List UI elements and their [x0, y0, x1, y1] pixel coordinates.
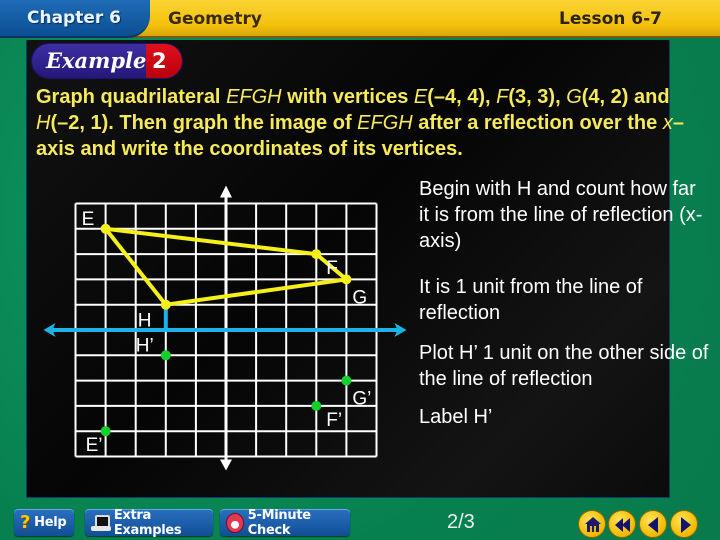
step-1: Begin with H and count how far it is fro… — [419, 178, 703, 252]
rewind-icon — [615, 518, 630, 532]
chapter-tab: Chapter 6 — [0, 0, 150, 38]
problem-text: (–4, 4), — [427, 86, 497, 108]
first-slide-button[interactable] — [608, 510, 636, 538]
header-bar: Chapter 6 Geometry Lesson 6-7 — [0, 0, 720, 38]
problem-text: Graph quadrilateral — [36, 86, 227, 108]
arrow-right-icon — [681, 517, 691, 533]
help-button[interactable]: ? Help — [14, 509, 74, 536]
example-badge: Example 2 — [32, 44, 182, 78]
step-list: Begin with H and count how far it is fro… — [419, 176, 709, 450]
previous-button[interactable] — [639, 510, 667, 538]
computer-icon — [91, 514, 111, 532]
lesson-label: Lesson 6-7 — [558, 9, 662, 29]
problem-text: (3, 3), — [508, 86, 567, 108]
stopwatch-icon — [226, 512, 244, 533]
problem-text: (4, 2) and — [581, 86, 670, 108]
example-label: Example — [32, 44, 146, 78]
home-icon — [585, 517, 601, 532]
problem-math-term: x — [662, 112, 673, 134]
problem-math-term: F — [496, 86, 509, 108]
help-label: Help — [34, 515, 67, 530]
step-4: Label H’ — [419, 406, 493, 428]
problem-math-term: H — [36, 112, 51, 134]
problem-math-term: E — [413, 86, 428, 108]
five-minute-check-label: 5-Minute Check — [247, 507, 311, 538]
arrow-left-icon — [648, 517, 658, 533]
example-number: 2 — [146, 44, 182, 78]
page-indicator: 2/3 — [447, 511, 475, 533]
subject-label: Geometry — [168, 9, 262, 29]
problem-math-term: EFGH — [226, 86, 282, 108]
problem-text: after a reflection over the — [412, 112, 663, 134]
extra-examples-button[interactable]: Extra Examples — [85, 507, 213, 538]
next-button[interactable] — [670, 510, 698, 538]
five-minute-check-button[interactable]: 5-Minute Check — [220, 507, 350, 538]
step-2: It is 1 unit from the line of reflection — [419, 276, 643, 324]
problem-text: with vertices — [281, 86, 414, 108]
chapter-label: Chapter 6 — [27, 8, 122, 28]
extra-examples-label: Extra Examples — [113, 507, 182, 538]
home-button[interactable] — [578, 510, 606, 538]
problem-statement: Graph quadrilateral EFGH with vertices E… — [36, 84, 706, 162]
problem-text: (–2, 1). Then graph the image of — [50, 112, 358, 134]
step-3: Plot H’ 1 unit on the other side of the … — [419, 342, 709, 390]
problem-math-term: EFGH — [357, 112, 413, 134]
question-icon: ? — [20, 512, 31, 533]
problem-math-term: G — [566, 86, 582, 108]
